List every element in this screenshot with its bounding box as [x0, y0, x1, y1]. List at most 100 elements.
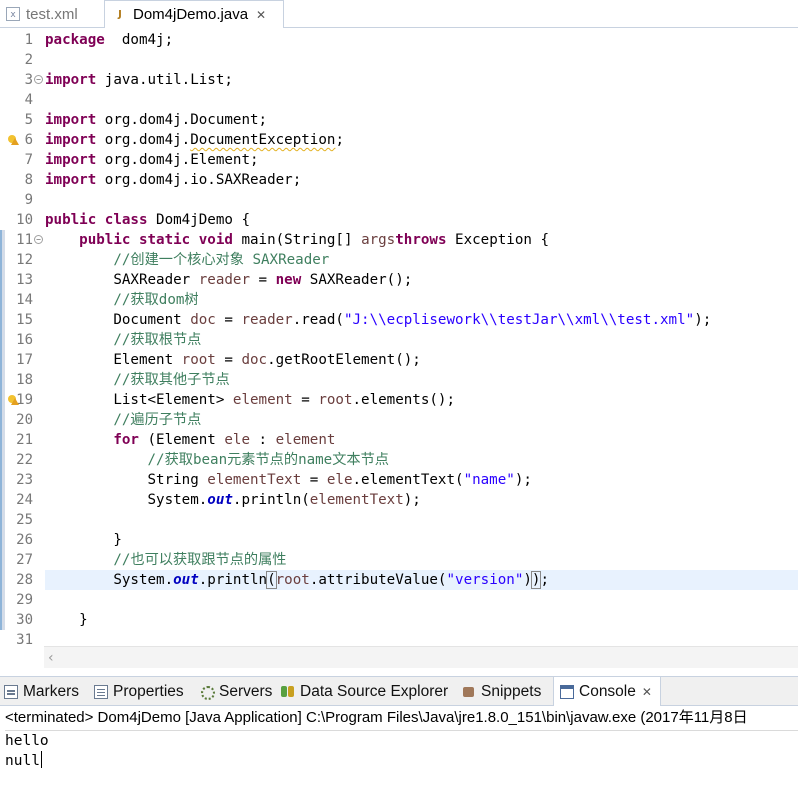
code-token: package — [45, 32, 105, 48]
code-token: root — [181, 352, 216, 368]
snippets-icon — [462, 685, 476, 699]
code-line[interactable]: package dom4j; — [45, 30, 173, 50]
code-line[interactable]: String elementText = ele.elementText("na… — [45, 470, 531, 490]
code-line[interactable]: //也可以获取跟节点的属性 — [45, 550, 286, 570]
code-line[interactable]: //获取bean元素节点的name文本节点 — [45, 450, 389, 470]
code-line[interactable]: } — [45, 530, 122, 550]
code-token: args — [361, 232, 396, 248]
code-line[interactable]: //遍历子节点 — [45, 410, 201, 430]
code-token: dom4j; — [104, 32, 174, 48]
code-line[interactable]: import java.util.List; — [45, 70, 233, 90]
code-token: SAXReader — [45, 272, 199, 288]
code-line-current[interactable]: System.out.println(root.attributeValue("… — [45, 570, 798, 590]
line-number: 4 — [24, 92, 33, 108]
code-token: (Element — [138, 432, 225, 448]
code-token: org.dom4j. — [96, 132, 191, 148]
code-editor[interactable]: 1 2 3 4 5 6 7 8 9 10 11 12 13 14 15 16 17 18 19 20 21 22 23 24 2… — [0, 28, 798, 669]
code-token: elementText — [207, 472, 302, 488]
code-line[interactable]: //获取其他子节点 — [45, 370, 230, 390]
code-token: doc — [241, 352, 268, 368]
line-number: 2 — [24, 52, 33, 68]
line-number: 3 — [24, 72, 33, 88]
code-token: ; — [335, 132, 344, 148]
scroll-left-icon[interactable]: ‹ — [48, 650, 54, 666]
line-number: 15 — [16, 312, 33, 328]
code-token: ) — [523, 572, 532, 588]
code-line[interactable]: //创建一个核心对象 SAXReader — [45, 250, 329, 270]
tab-properties[interactable]: Properties — [94, 677, 184, 706]
code-line[interactable]: import org.dom4j.Element; — [45, 150, 259, 170]
line-number: 16 — [16, 332, 33, 348]
code-line[interactable]: } — [45, 610, 88, 630]
console-status-line: <terminated> Dom4jDemo [Java Application… — [5, 709, 748, 726]
code-line[interactable]: public class Dom4jDemo { — [45, 210, 250, 230]
tab-label: Dom4jDemo.java — [133, 6, 249, 23]
console-output[interactable]: hello null — [5, 730, 798, 771]
warning-triangle — [11, 138, 19, 145]
line-number: 5 — [24, 112, 33, 128]
code-token: import — [45, 152, 97, 168]
line-number: 17 — [16, 352, 33, 368]
fold-toggle-icon[interactable]: − — [34, 235, 43, 244]
code-line[interactable]: //获取根节点 — [45, 330, 201, 350]
fold-toggle-icon[interactable]: − — [34, 75, 43, 84]
code-token: org.dom4j.io.SAXReader; — [96, 172, 302, 188]
line-number: 13 — [16, 272, 33, 288]
code-token: //获取bean元素节点的name文本节点 — [147, 452, 389, 468]
line-number: 10 — [16, 212, 33, 228]
tab-label: Console — [579, 683, 636, 700]
code-line[interactable]: //获取dom树 — [45, 290, 198, 310]
code-token: .elementText( — [352, 472, 464, 488]
code-token: DocumentException — [190, 132, 336, 148]
warning-lightbulb-icon[interactable] — [8, 135, 19, 145]
tab-dom4jdemo-java[interactable]: J Dom4jDemo.java ✕ — [104, 0, 284, 29]
code-token: public — [79, 232, 131, 248]
tab-markers[interactable]: Markers — [4, 677, 79, 706]
code-token: ele — [326, 472, 353, 488]
console-view[interactable]: <terminated> Dom4jDemo [Java Application… — [0, 706, 798, 801]
tab-console[interactable]: Console ✕ — [553, 677, 661, 707]
close-icon[interactable]: ✕ — [256, 8, 266, 22]
code-token: : — [250, 432, 276, 448]
code-token: = — [250, 272, 276, 288]
code-token: class — [104, 212, 148, 228]
code-line[interactable]: List<Element> element = root.elements(); — [45, 390, 455, 410]
tab-test-xml[interactable]: x test.xml — [6, 0, 102, 28]
code-token: //获取根节点 — [113, 332, 202, 348]
code-token: java.util.List; — [96, 72, 233, 88]
line-number: 14 — [16, 292, 33, 308]
code-token: .elements(); — [352, 392, 456, 408]
horizontal-scrollbar[interactable]: ‹ — [44, 646, 798, 668]
code-line[interactable]: Document doc = reader.read("J:\\ecplisew… — [45, 310, 711, 330]
line-number: 23 — [16, 472, 33, 488]
code-line[interactable]: import org.dom4j.Document; — [45, 110, 267, 130]
tab-data-source-explorer[interactable]: Data Source Explorer — [281, 677, 448, 706]
code-line[interactable]: System.out.println(elementText); — [45, 490, 420, 510]
line-number: 18 — [16, 372, 33, 388]
code-line[interactable]: SAXReader reader = new SAXReader(); — [45, 270, 412, 290]
tab-label: Markers — [23, 682, 79, 700]
panel-tab-bar: Markers Properties Servers Data Source E… — [0, 676, 798, 707]
code-token: .println — [198, 572, 268, 588]
code-token: Dom4jDemo { — [147, 212, 251, 228]
code-line[interactable]: for (Element ele : element — [45, 430, 335, 450]
console-output-text: null — [5, 753, 40, 769]
code-line[interactable]: import org.dom4j.DocumentException; — [45, 130, 344, 150]
tab-snippets[interactable]: Snippets — [462, 677, 541, 706]
code-token: root — [318, 392, 353, 408]
tab-servers[interactable]: Servers — [200, 677, 272, 706]
code-line[interactable]: Element root = doc.getRootElement(); — [45, 350, 421, 370]
code-token: ; — [540, 572, 549, 588]
line-number: 27 — [16, 552, 33, 568]
warning-lightbulb-icon[interactable] — [8, 395, 19, 405]
code-line[interactable]: public static void main(String[] argsthr… — [45, 230, 549, 250]
close-icon[interactable]: ✕ — [642, 685, 652, 699]
code-token: public — [45, 212, 97, 228]
line-number: 9 — [24, 192, 33, 208]
code-token: //获取其他子节点 — [113, 372, 230, 388]
tab-label: Properties — [113, 682, 184, 700]
code-line[interactable]: import org.dom4j.io.SAXReader; — [45, 170, 301, 190]
